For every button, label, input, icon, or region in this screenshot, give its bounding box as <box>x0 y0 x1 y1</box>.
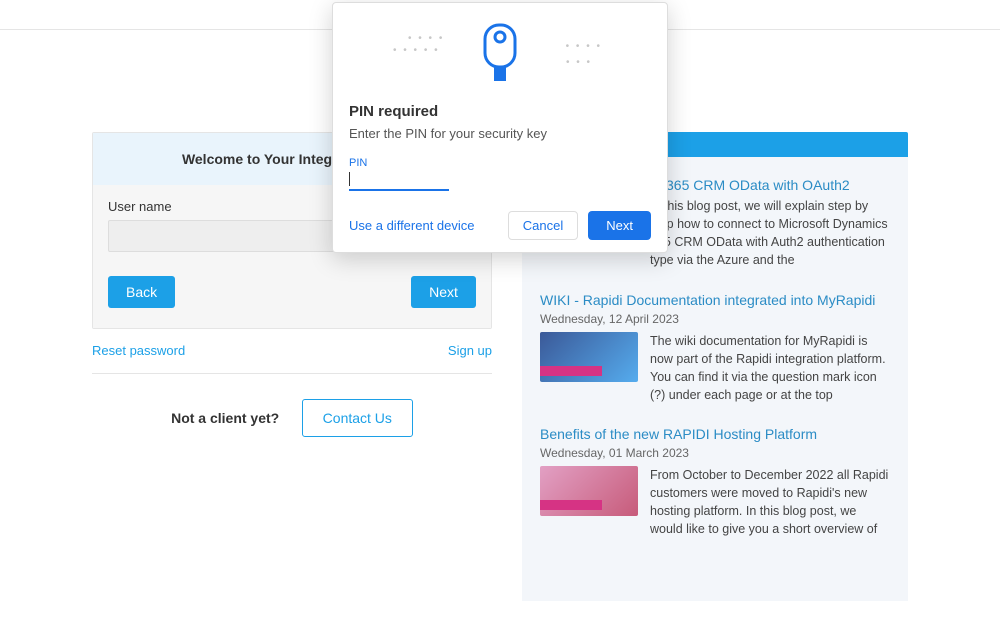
sign-up-link[interactable]: Sign up <box>448 343 492 358</box>
news-item: Benefits of the new RAPIDI Hosting Platf… <box>540 426 890 539</box>
divider <box>92 373 492 374</box>
modal-next-button[interactable]: Next <box>588 211 651 240</box>
contact-us-button[interactable]: Contact Us <box>302 399 413 437</box>
news-text: From October to December 2022 all Rapidi… <box>650 466 890 539</box>
modal-actions: Use a different device Cancel Next <box>333 191 667 240</box>
news-thumbnail <box>540 332 638 382</box>
news-date: Wednesday, 12 April 2023 <box>540 312 890 326</box>
pin-input[interactable] <box>349 169 449 191</box>
news-title[interactable]: WIKI - Rapidi Documentation integrated i… <box>540 292 890 308</box>
next-button[interactable]: Next <box>411 276 476 308</box>
news-date: Wednesday, 01 March 2023 <box>540 446 890 460</box>
back-button[interactable]: Back <box>108 276 175 308</box>
not-client-section: Not a client yet? Contact Us <box>92 399 492 437</box>
cancel-button[interactable]: Cancel <box>508 211 578 240</box>
news-thumbnail <box>540 466 638 516</box>
news-text: In this blog post, we will explain step … <box>650 197 890 270</box>
pin-modal: • • • • • • • • • • • • • • • • PIN requ… <box>332 2 668 253</box>
news-text: The wiki documentation for MyRapidi is n… <box>650 332 890 405</box>
decoration-dots: • • • • <box>566 41 602 52</box>
modal-body: PIN required Enter the PIN for your secu… <box>333 103 667 191</box>
usb-key-icon <box>483 23 517 83</box>
news-title[interactable]: Benefits of the new RAPIDI Hosting Platf… <box>540 426 890 442</box>
login-buttons: Back Next <box>108 276 476 308</box>
decoration-dots: • • • • • <box>393 45 440 56</box>
news-item: WIKI - Rapidi Documentation integrated i… <box>540 292 890 405</box>
decoration-dots: • • • <box>566 57 592 68</box>
reset-password-link[interactable]: Reset password <box>92 343 185 358</box>
modal-title: PIN required <box>349 103 651 120</box>
pin-field-label: PIN <box>349 157 651 169</box>
decoration-dots: • • • • <box>408 33 444 44</box>
page: Welcome to Your Integration Hub User nam… <box>0 0 1000 624</box>
modal-description: Enter the PIN for your security key <box>349 126 651 141</box>
auth-links: Reset password Sign up <box>92 329 492 368</box>
not-client-label: Not a client yet? <box>171 410 279 426</box>
use-different-device-button[interactable]: Use a different device <box>349 218 475 233</box>
security-key-illustration: • • • • • • • • • • • • • • • • <box>333 3 667 103</box>
